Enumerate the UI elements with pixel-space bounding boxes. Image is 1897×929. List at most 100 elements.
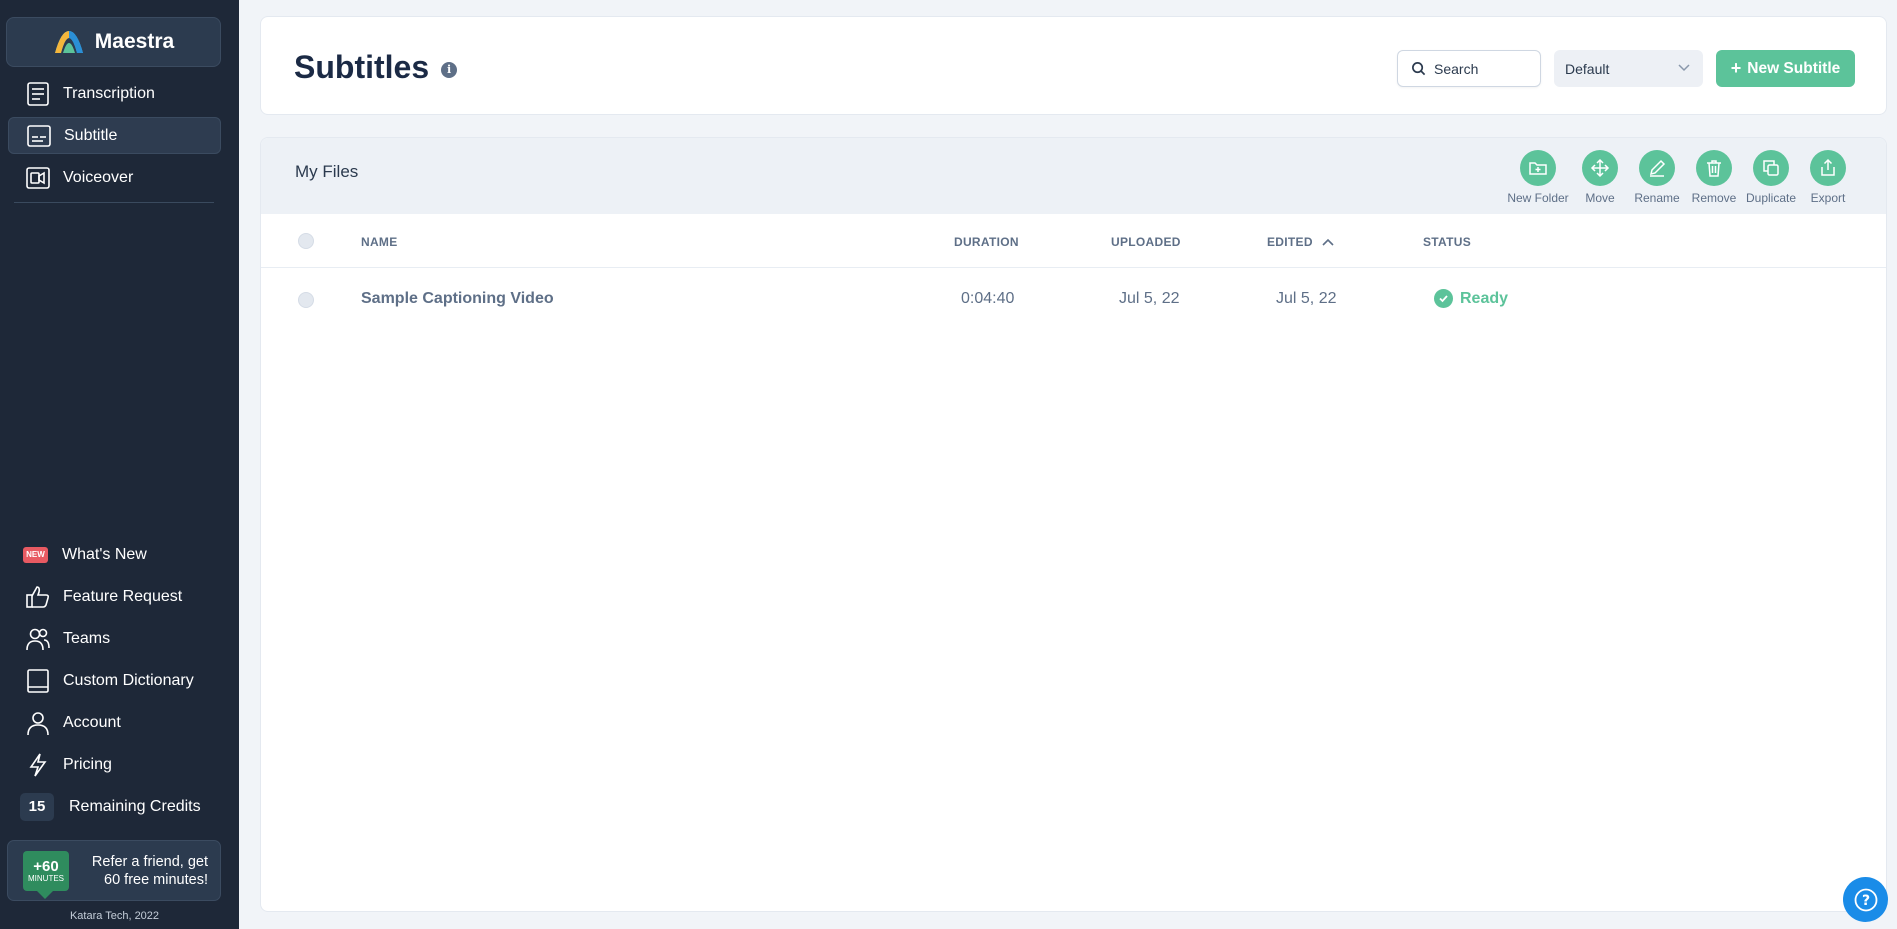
chevron-up-icon [1322, 238, 1334, 246]
column-edited[interactable]: EDITED [1267, 235, 1335, 249]
help-icon: ? [1854, 888, 1877, 911]
transcription-icon [27, 81, 49, 106]
column-uploaded[interactable]: UPLOADED [1111, 235, 1181, 249]
refer-text: Refer a friend, get 60 free minutes! [81, 853, 208, 889]
rename-icon [1649, 159, 1666, 177]
sidebar-item-teams[interactable]: Teams [8, 620, 221, 657]
brand-logo[interactable]: Maestra [6, 17, 221, 67]
export-circle [1810, 150, 1846, 186]
sidebar-item-account[interactable]: Account [8, 704, 221, 741]
page-title: Subtitles i [294, 49, 458, 86]
rename-circle [1639, 150, 1675, 186]
sidebar-item-feature-request[interactable]: Feature Request [8, 578, 221, 615]
row-checkbox[interactable] [298, 292, 314, 308]
column-status[interactable]: STATUS [1423, 235, 1471, 249]
move-button[interactable]: Move [1570, 150, 1630, 205]
teams-icon [26, 628, 50, 650]
sidebar-item-voiceover[interactable]: Voiceover [8, 159, 221, 196]
sidebar-item-label: Feature Request [63, 587, 183, 605]
action-label: Remove [1691, 191, 1737, 205]
table-row[interactable]: Sample Captioning Video 0:04:40 Jul 5, 2… [261, 269, 1886, 329]
file-duration: 0:04:40 [961, 290, 1015, 307]
column-edited-label: EDITED [1267, 235, 1313, 249]
view-select[interactable]: Default [1554, 50, 1703, 87]
select-all-checkbox[interactable] [298, 233, 314, 249]
refer-friend-banner[interactable]: +60 MINUTES Refer a friend, get 60 free … [7, 840, 221, 901]
sidebar-item-whats-new[interactable]: NEW What's New [8, 536, 221, 573]
free-minutes-badge: +60 MINUTES [23, 850, 69, 899]
export-button[interactable]: Export [1798, 150, 1858, 205]
sidebar-item-label: What's New [62, 545, 147, 563]
view-select-value: Default [1565, 60, 1610, 77]
refer-line-2: 60 free minutes! [104, 871, 208, 888]
lightning-icon [29, 753, 47, 776]
page-header: Subtitles i Search Default + New Subtitl… [260, 16, 1887, 115]
brand-name: Maestra [94, 30, 175, 53]
search-input[interactable]: Search [1397, 50, 1541, 87]
sidebar-item-label: Custom Dictionary [63, 671, 194, 689]
sidebar-item-label: Account [63, 713, 121, 731]
action-label: Rename [1634, 191, 1680, 205]
files-panel: My Files New Folder Move Rename Remove D… [260, 137, 1887, 912]
duplicate-circle [1753, 150, 1789, 186]
help-button[interactable]: ? [1843, 877, 1888, 922]
plus-icon: + [1730, 58, 1742, 78]
remove-button[interactable]: Remove [1684, 150, 1744, 205]
sidebar-item-label: Voiceover [63, 168, 134, 186]
sidebar-item-remaining-credits[interactable]: 15 Remaining Credits [8, 788, 221, 825]
new-folder-circle [1520, 150, 1556, 186]
sidebar-item-label: Remaining Credits [69, 797, 201, 815]
sidebar-item-label: Teams [63, 629, 111, 647]
new-badge: NEW [23, 546, 48, 563]
move-circle [1582, 150, 1618, 186]
file-edited: Jul 5, 22 [1276, 290, 1337, 307]
badge-minutes-value: +60 [33, 857, 59, 875]
subtitle-icon [27, 124, 51, 147]
sidebar-item-pricing[interactable]: Pricing [8, 746, 221, 783]
maestra-logo-icon [54, 31, 83, 53]
svg-text:?: ? [1861, 893, 1869, 909]
export-icon [1821, 158, 1835, 176]
duplicate-button[interactable]: Duplicate [1741, 150, 1801, 205]
sidebar-divider [14, 202, 214, 203]
column-duration[interactable]: DURATION [954, 235, 1019, 249]
sidebar-item-subtitle[interactable]: Subtitle [8, 117, 221, 154]
action-label: Move [1585, 191, 1615, 205]
sidebar-item-transcription[interactable]: Transcription [8, 75, 221, 112]
action-label: Duplicate [1745, 191, 1797, 205]
credits-count: 15 [20, 792, 54, 821]
new-folder-button[interactable]: New Folder [1507, 150, 1569, 205]
sidebar-item-label: Pricing [63, 755, 112, 773]
check-circle-icon [1434, 289, 1453, 308]
files-toolbar: My Files New Folder Move Rename Remove D… [261, 138, 1886, 214]
move-icon [1590, 158, 1610, 178]
new-subtitle-button[interactable]: + New Subtitle [1716, 50, 1855, 87]
search-placeholder: Search [1434, 60, 1479, 77]
refer-line-1: Refer a friend, get [91, 853, 208, 870]
info-icon[interactable]: i [441, 61, 458, 78]
rename-button[interactable]: Rename [1627, 150, 1687, 205]
thumbs-up-icon [26, 585, 50, 608]
book-icon [27, 668, 49, 693]
sidebar-item-custom-dictionary[interactable]: Custom Dictionary [8, 662, 221, 699]
search-icon [1412, 62, 1426, 76]
trash-icon [1707, 160, 1721, 177]
sidebar-item-label: Subtitle [64, 126, 118, 144]
voiceover-icon [26, 166, 50, 189]
status-label: Ready [1460, 289, 1509, 307]
new-subtitle-label: New Subtitle [1747, 59, 1841, 77]
duplicate-icon [1763, 160, 1779, 176]
file-uploaded: Jul 5, 22 [1119, 290, 1180, 307]
user-icon [27, 711, 49, 735]
column-name[interactable]: NAME [361, 235, 398, 249]
action-label: Export [1810, 191, 1846, 205]
footer-copyright: Katara Tech, 2022 [69, 910, 160, 922]
sidebar: Maestra Transcription Subtitle Voiceover… [0, 0, 239, 929]
chevron-down-icon [1678, 64, 1690, 72]
file-name[interactable]: Sample Captioning Video [361, 290, 554, 308]
table-header: NAME DURATION UPLOADED EDITED STATUS [261, 214, 1886, 268]
action-label: New Folder [1507, 191, 1569, 205]
page-title-text: Subtitles [294, 49, 430, 85]
new-folder-icon [1529, 162, 1547, 175]
badge-minutes-unit: MINUTES [28, 873, 64, 883]
